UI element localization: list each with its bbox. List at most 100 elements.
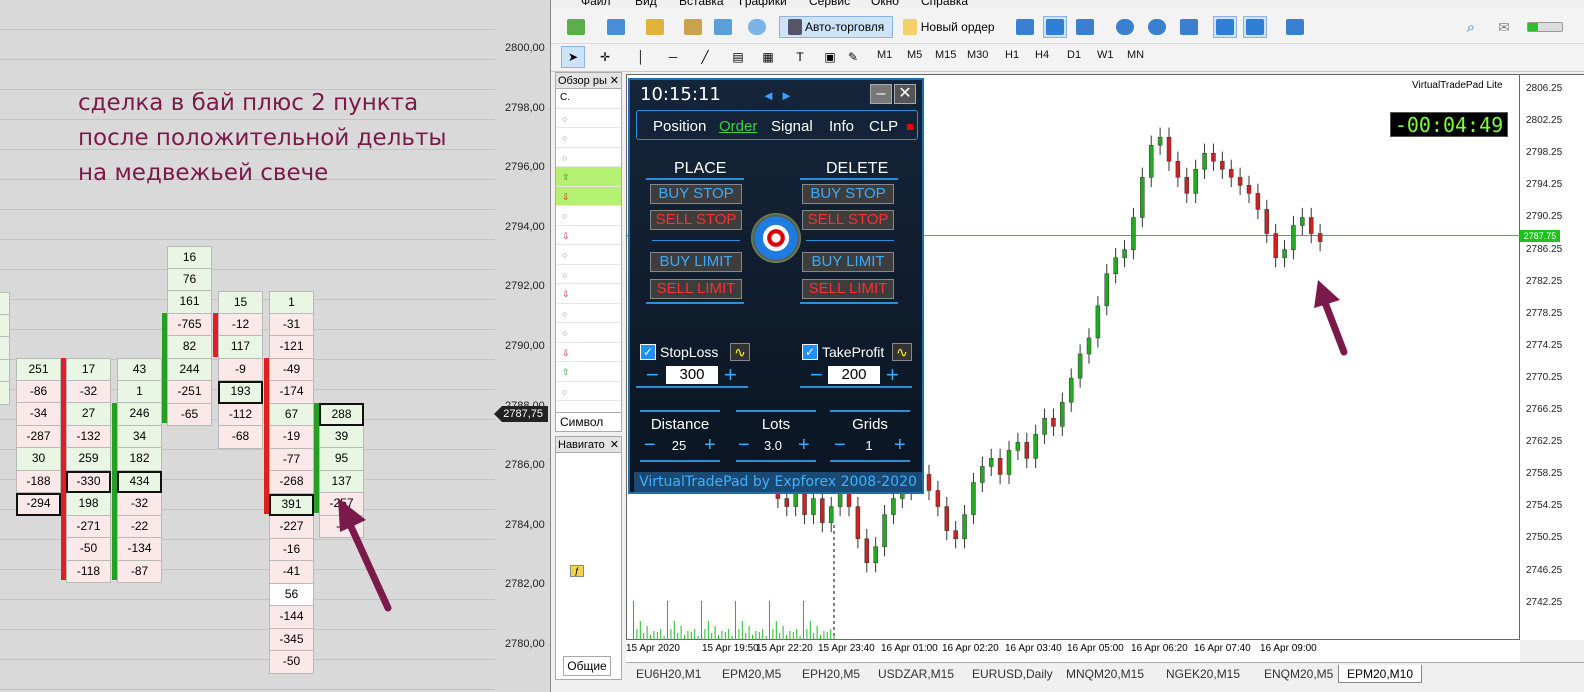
grids-plus-button[interactable]: + [894,434,906,456]
tf-m15[interactable]: M15 [935,49,956,61]
distance-minus-button[interactable]: − [644,434,656,456]
chart-tab[interactable]: EPH20,M5 [802,665,860,683]
market-watch-row[interactable]: ○ [556,148,621,167]
market-watch-row[interactable]: ○ [556,206,621,226]
autoscroll-button[interactable] [1213,16,1237,38]
new-order-button[interactable]: Новый ордер [897,16,1001,38]
menu-window[interactable]: Окно [871,0,899,8]
menu-charts[interactable]: Графики [739,0,787,8]
chart-tab[interactable]: USDZAR,M15 [878,665,954,683]
tf-d1[interactable]: D1 [1067,49,1081,61]
tf-h1[interactable]: H1 [1005,49,1019,61]
tf-m5[interactable]: M5 [907,49,922,61]
profiles-button[interactable] [601,16,631,38]
takeprofit-minus-button[interactable]: − [810,364,823,386]
place-buy-limit-button[interactable]: BUY LIMIT [650,252,742,272]
text-tool[interactable]: T [789,46,811,68]
stoploss-trailing-icon[interactable]: ∿ [730,343,750,361]
tf-h4[interactable]: H4 [1035,49,1049,61]
vtp-target-icon[interactable] [751,213,801,263]
delete-sell-stop-button[interactable]: SELL STOP [802,210,894,230]
connection-status[interactable] [1525,16,1565,38]
market-watch-row[interactable]: ○ [556,382,621,401]
grids-minus-button[interactable]: − [834,434,846,456]
line-chart-button[interactable] [1073,16,1097,38]
symbol-tab[interactable]: Символ [555,412,622,432]
delete-sell-limit-button[interactable]: SELL LIMIT [802,279,894,299]
chart-tab[interactable]: NGEK20,M15 [1166,665,1240,683]
market-watch-row[interactable]: ⇩ [556,284,621,304]
zoom-in-button[interactable] [1113,16,1137,38]
stoploss-value[interactable]: 300 [666,366,718,384]
chart-tab[interactable]: ENQM20,M5 [1264,665,1333,683]
signals-button[interactable] [745,16,769,38]
vtp-tab-clp[interactable]: CLP [869,118,898,135]
market-watch-row[interactable]: ⇩ [556,226,621,245]
indicators-button[interactable] [1283,16,1307,38]
terminal-button[interactable] [711,16,735,38]
market-watch-row[interactable]: ○ [556,109,621,128]
market-watch-row[interactable]: ○ [556,245,621,265]
close-icon[interactable]: ✕ [610,437,619,453]
market-watch-row[interactable]: ○ [556,323,621,343]
menu-file[interactable]: Файл [581,0,611,8]
place-sell-stop-button[interactable]: SELL STOP [650,210,742,230]
fibo-tool[interactable]: ▦ [757,46,779,68]
tf-w1[interactable]: W1 [1097,49,1114,61]
takeprofit-value[interactable]: 200 [828,366,880,384]
chart-shift-button[interactable] [1243,16,1267,38]
vtp-tab-info[interactable]: Info [829,118,854,135]
label-tool[interactable]: ▣ [819,46,841,68]
chart-price-scale[interactable]: 2806.25 2802.25 2798.25 2794.25 2790.25 2786.… [1520,74,1584,640]
distance-plus-button[interactable]: + [704,434,716,456]
vtp-tab-signal[interactable]: Signal [771,118,813,135]
place-buy-stop-button[interactable]: BUY STOP [650,184,742,204]
menu-help[interactable]: Справка [921,0,968,8]
chart-tab[interactable]: MNQM20,M15 [1066,665,1144,683]
stoploss-minus-button[interactable]: − [646,364,659,386]
vtp-tab-position[interactable]: Position [653,118,706,135]
lots-minus-button[interactable]: − [738,434,750,456]
lots-value[interactable]: 3.0 [758,438,788,453]
zoom-out-button[interactable] [1145,16,1169,38]
tile-windows-button[interactable] [1177,16,1201,38]
place-sell-limit-button[interactable]: SELL LIMIT [650,279,742,299]
chart-tab[interactable]: EURUSD,Daily [972,665,1053,683]
market-watch-row[interactable]: ⇧ [556,167,621,187]
market-watch-row[interactable]: ⇩ [556,343,621,362]
takeprofit-plus-button[interactable]: + [886,364,899,386]
menu-insert[interactable]: Вставка [679,0,724,8]
channel-tool[interactable]: ▤ [727,46,749,68]
chart-tab[interactable]: EPM20,M10 [1338,665,1423,683]
market-watch-row[interactable]: ⇩ [556,186,621,206]
tf-m1[interactable]: M1 [877,49,892,61]
chart-tab[interactable]: EU6H20,M1 [636,665,701,683]
vtp-minimize-button[interactable]: – [870,84,892,104]
vtp-prev-icon[interactable]: ◄ [762,88,775,103]
chat-button[interactable]: ✉ [1493,16,1515,38]
tf-m30[interactable]: M30 [967,49,988,61]
shapes-tool[interactable]: ✎ [845,46,861,68]
close-icon[interactable]: ✕ [610,73,619,88]
stoploss-checkbox[interactable]: ✓ [640,344,656,360]
menu-tools[interactable]: Сервис [809,0,850,8]
market-watch-row[interactable]: ○ [556,265,621,284]
trendline-tool[interactable]: ╱ [695,46,715,68]
bar-chart-button[interactable] [1013,16,1037,38]
navigator-button[interactable] [681,16,705,38]
folder-icon[interactable]: ƒ [570,565,584,577]
distance-value[interactable]: 25 [664,438,694,453]
vtp-tab-order[interactable]: Order [719,118,757,135]
search-button[interactable]: ⌕ [1461,16,1481,38]
market-watch-row[interactable]: ○ [556,304,621,323]
vtp-next-icon[interactable]: ► [780,88,793,103]
market-watch-row[interactable]: ⇧ [556,362,621,382]
lots-plus-button[interactable]: + [798,434,810,456]
chart-tab[interactable]: EPM20,M5 [722,665,781,683]
new-chart-button[interactable] [561,16,591,38]
takeprofit-trailing-icon[interactable]: ∿ [892,343,912,361]
vtp-close-button[interactable]: ✕ [894,84,916,104]
delete-buy-limit-button[interactable]: BUY LIMIT [802,252,894,272]
hline-tool[interactable]: ─ [663,46,683,68]
takeprofit-checkbox[interactable]: ✓ [802,344,818,360]
